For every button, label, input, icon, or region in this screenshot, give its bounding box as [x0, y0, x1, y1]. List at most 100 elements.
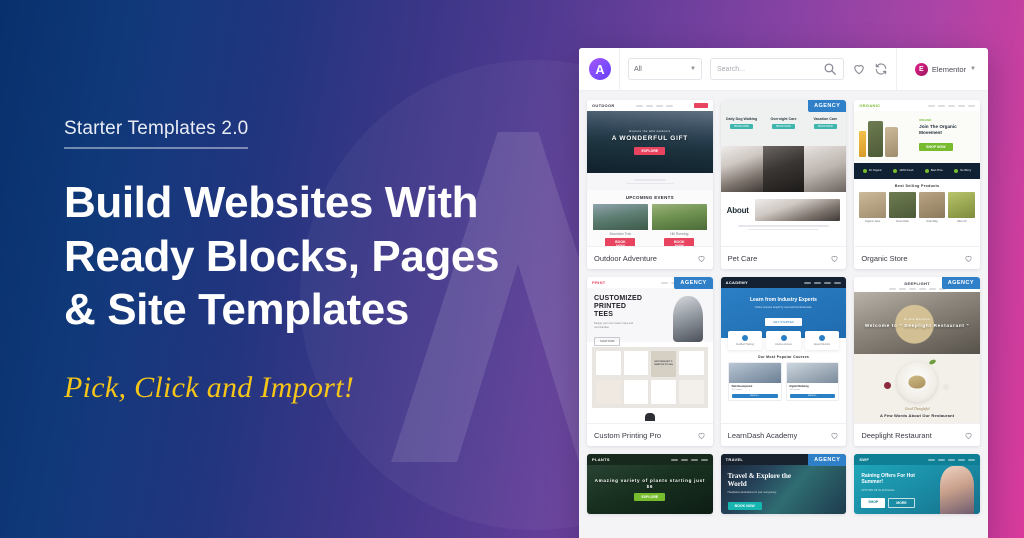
mini-hero-cta: EXPLORE [634, 493, 666, 502]
mini-hero-eyebrow: Hi and Welcome [904, 317, 931, 322]
template-card-footer: LearnDash Academy [720, 423, 847, 446]
mini-feature-label: 100% Fresh [899, 168, 914, 172]
chevron-down-icon: ▼ [690, 66, 696, 72]
template-card[interactable]: AGENCY PRINT CUSTOMIZED PRINTED TEES Des… [587, 277, 713, 446]
mini-hero: Raining Offers For Hot Summer! UPTO 50% … [854, 465, 980, 514]
template-card[interactable]: ORGANIC ORGANIC Join The Organic Movemen… [854, 100, 980, 269]
mini-logo: PRINT [592, 280, 606, 285]
category-filter-dropdown[interactable]: All ▼ [628, 58, 702, 80]
search-icon [823, 62, 837, 76]
mini-service-cta: BOOK NOW [730, 123, 753, 129]
mini-feature: Best Price [924, 168, 943, 173]
mini-hero-cta: SHOP NOW [594, 337, 621, 347]
template-preview: PLANTS Amazing variety of plants startin… [587, 454, 713, 514]
mini-feature-label: Lifetime Access [775, 342, 792, 346]
logo-letter: A [595, 61, 605, 77]
template-card[interactable]: ACADEMY Learn from Industry Experts Onli… [720, 277, 847, 446]
template-preview: ACADEMY Learn from Industry Experts Onli… [720, 277, 847, 423]
mini-product: Organic Juice [859, 192, 886, 223]
favorite-heart-icon[interactable] [830, 254, 839, 263]
template-card-footer: Pet Care [720, 246, 847, 269]
template-card-footer: Deeplight Restaurant [854, 423, 980, 446]
mini-product: Green Pack [889, 192, 916, 223]
favorite-heart-icon[interactable] [830, 431, 839, 440]
template-preview: OUTDOOR Explore the wild outdoors A WOND… [587, 100, 713, 246]
mini-course-name: Web Development [731, 384, 753, 388]
mini-courses-section: Our Most Popular Courses Web Development… [721, 350, 847, 406]
mini-grid-cell [678, 351, 704, 375]
mini-hero-title: Welcome to " Deeplight Restaurant " [864, 323, 970, 329]
mini-hero: CUSTOMIZED PRINTED TEES Design your own … [587, 288, 713, 347]
mini-about-heading: About [726, 205, 749, 215]
mini-hero-title: Learn from Industry Experts [750, 297, 817, 303]
mini-promo-cell: GET PRODUCT T-SHIRT UP TO 50% [651, 351, 676, 377]
elementor-badge-letter: E [919, 65, 924, 73]
template-title: Pet Care [727, 253, 758, 263]
favorite-heart-icon[interactable] [697, 431, 706, 440]
mini-hero-subtitle: Explore the wild outdoors [629, 128, 671, 133]
mini-service: Overnight Care BOOK NOW [763, 100, 805, 146]
mini-logo: OUTDOOR [592, 103, 615, 108]
template-card[interactable]: SWF Raining Offers For Hot Summer! UPTO … [854, 454, 980, 514]
template-title: Custom Printing Pro [594, 430, 662, 440]
hero-copy: Starter Templates 2.0 Build Websites Wit… [64, 118, 564, 405]
mini-product-row: Organic Juice Green Pack Grain Bag Olive… [854, 188, 980, 229]
toolbar-divider [619, 48, 620, 90]
template-card[interactable]: AGENCY DEEPLIGHT Hi and Welcome Welcome … [854, 277, 980, 446]
page-builder-selector[interactable]: E Elementor ▼ [914, 62, 978, 76]
mini-hero-cta: EXPLORE [634, 147, 666, 156]
mini-feature-label: Best Price [930, 168, 943, 172]
template-title: Outdoor Adventure [594, 253, 657, 263]
mini-hero-cta: SHOP NOW [919, 143, 953, 151]
mini-service-title: Vacation Care [813, 117, 838, 122]
mini-logo: SWF [859, 457, 870, 462]
favorites-heart-icon[interactable] [852, 62, 866, 76]
mini-nav [670, 458, 708, 461]
mini-events-section: UPCOMING EVENTS Mountain Trek BOOK NOW H… [587, 190, 713, 246]
template-card[interactable]: OUTDOOR Explore the wild outdoors A WOND… [587, 100, 713, 269]
refresh-icon[interactable] [874, 62, 888, 76]
mini-grid-cell [678, 380, 704, 404]
template-preview: AGENCY DEEPLIGHT Hi and Welcome Welcome … [854, 277, 980, 423]
favorite-heart-icon[interactable] [964, 254, 973, 263]
template-card[interactable]: PLANTS Amazing variety of plants startin… [587, 454, 713, 514]
mini-hero-subtitle: Online courses taught by real world prof… [754, 306, 813, 309]
mini-nav [635, 104, 673, 107]
agency-badge: AGENCY [941, 277, 980, 289]
favorite-heart-icon[interactable] [697, 254, 706, 263]
mini-logo: PLANTS [592, 457, 610, 462]
elementor-icon: E [914, 62, 928, 76]
agency-badge: AGENCY [674, 277, 713, 289]
template-preview: SWF Raining Offers For Hot Summer! UPTO … [854, 454, 980, 514]
mini-feature-cards: Certified Training Lifetime Access Exper… [721, 330, 847, 350]
mini-logo: ACADEMY [725, 280, 748, 285]
mini-course-meta: 10 Lessons [789, 388, 801, 391]
mini-product-grid: GET PRODUCT T-SHIRT UP TO 50% [592, 347, 708, 408]
mini-hero: Travel & Explore the World Handpicked de… [720, 465, 847, 514]
mini-product: Grain Bag [918, 192, 946, 223]
mini-hero: Explore the wild outdoors A WONDERFUL GI… [587, 111, 713, 173]
mini-feature-label: Fit Organic [869, 168, 882, 172]
template-grid: OUTDOOR Explore the wild outdoors A WOND… [579, 91, 988, 523]
mini-dish-section: Good Thoughtful A Few Words About Our Re… [854, 354, 980, 423]
mini-divider-section [587, 173, 713, 191]
mini-grid-cell [596, 351, 621, 375]
template-card[interactable]: AGENCY Daily Dog Walking BOOK NOW Overni… [720, 100, 847, 269]
search-input[interactable]: Search... [710, 58, 844, 80]
mini-feature-strip: Fit Organic 100% Fresh Best Price No Wor… [854, 163, 980, 179]
mini-hero: Hi and Welcome Welcome to " Deeplight Re… [854, 292, 980, 354]
template-card[interactable]: AGENCY TRAVEL Travel & Explore the World… [720, 454, 847, 514]
mini-product-name: Organic Juice [865, 220, 881, 223]
mini-script-text: Good Thoughtful [904, 407, 930, 411]
search-placeholder: Search... [717, 65, 746, 73]
mini-course-meta: 12 Lessons [731, 388, 743, 391]
mini-service-cta: BOOK NOW [814, 123, 837, 129]
mini-site-header: OUTDOOR [587, 100, 713, 111]
mini-feature: 100% Fresh [893, 169, 913, 173]
astra-logo-icon[interactable]: A [589, 58, 611, 80]
mini-site-header: ACADEMY [720, 277, 847, 288]
mini-section-title: Our Most Popular Courses [757, 354, 810, 359]
favorite-heart-icon[interactable] [964, 431, 973, 440]
mini-tile-caption: Hill Running [670, 232, 689, 237]
mini-feature-card: Certified Training [727, 330, 763, 350]
